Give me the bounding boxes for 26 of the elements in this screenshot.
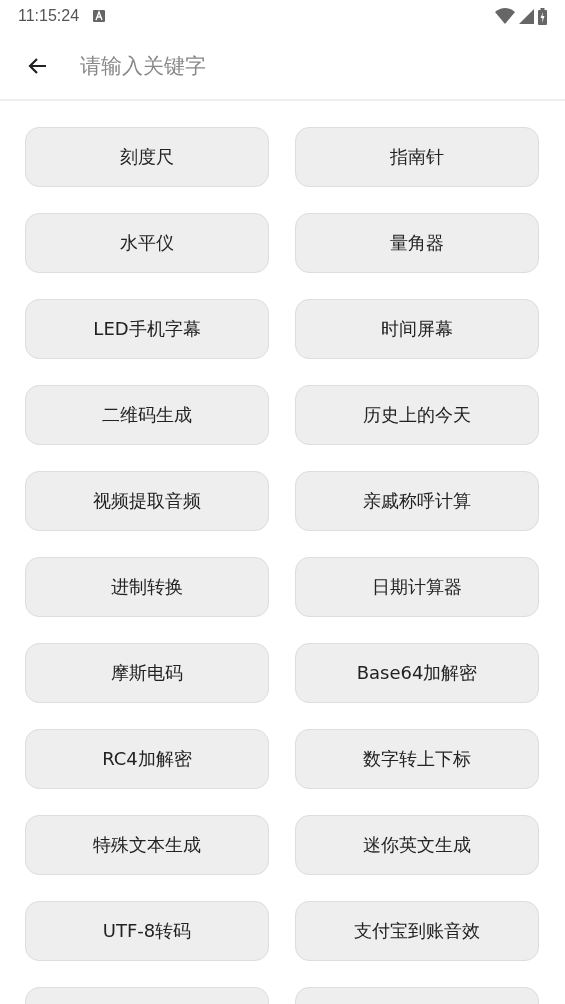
wifi-icon — [495, 8, 515, 24]
tool-button[interactable]: 支付宝到账音效 — [295, 901, 539, 961]
tool-button[interactable]: Base64加解密 — [295, 643, 539, 703]
tool-button[interactable]: 时间屏幕 — [295, 299, 539, 359]
tool-button[interactable]: 水平仪 — [25, 213, 269, 273]
tool-button[interactable]: 数字转上下标 — [295, 729, 539, 789]
tool-button[interactable]: 视频提取音频 — [25, 471, 269, 531]
battery-icon — [538, 7, 547, 25]
tool-button[interactable]: 亲戚称呼计算 — [295, 471, 539, 531]
tool-button[interactable]: 指南针 — [295, 127, 539, 187]
tool-button[interactable]: UTF-8转码 — [25, 901, 269, 961]
tool-button[interactable]: 进制转换 — [25, 557, 269, 617]
tool-button[interactable]: 特殊文本生成 — [25, 815, 269, 875]
signal-icon — [519, 8, 534, 24]
notification-icon — [93, 10, 106, 22]
tool-button[interactable]: 历史上的今天 — [295, 385, 539, 445]
tool-button[interactable]: LED手机字幕 — [25, 299, 269, 359]
search-field[interactable]: 请输入关键字 — [78, 52, 565, 79]
tool-button[interactable]: 二维码生成 — [25, 385, 269, 445]
tool-button[interactable]: 量角器 — [295, 213, 539, 273]
tool-button[interactable]: 刻度尺 — [25, 127, 269, 187]
status-time: 11:15:24 — [18, 7, 80, 25]
tool-button[interactable]: 迷你英文生成 — [295, 815, 539, 875]
tool-button[interactable]: RC4加解密 — [25, 729, 269, 789]
tool-button[interactable]: 摩斯电码 — [25, 643, 269, 703]
tool-button[interactable]: 日期计算器 — [295, 557, 539, 617]
